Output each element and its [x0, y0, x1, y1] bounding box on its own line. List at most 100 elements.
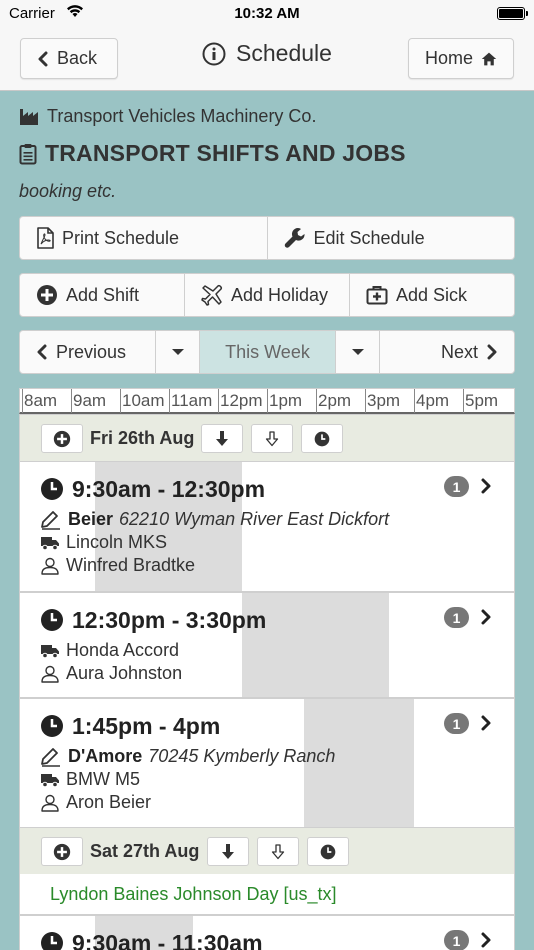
truck-icon [41, 644, 59, 658]
battery-icon [497, 7, 528, 20]
shift-time: 9:30am - 12:30pm [40, 474, 514, 504]
hour-tick: 2pm [316, 389, 351, 413]
shift-person: Aron Beier [40, 791, 514, 814]
add-shift-day-button[interactable] [41, 837, 83, 866]
previous-week-button[interactable]: Previous [20, 331, 156, 373]
user-icon [41, 794, 59, 812]
job-address: 62210 Wyman River East Dickfort [119, 509, 390, 529]
clock: 10:32 AM [234, 5, 300, 22]
day-label: Sat 27th Aug [90, 841, 200, 861]
shift-vehicle: Lincoln MKS [40, 531, 514, 554]
shift-person: Aura Johnston [40, 662, 514, 685]
shift-time-label: 12:30pm - 3:30pm [72, 606, 267, 633]
vehicle-name: Honda Accord [66, 640, 180, 660]
arrow-down-outline-icon [271, 843, 285, 859]
shift-card[interactable]: 9:30am - 11:30am 1 [19, 915, 515, 950]
hour-tick: 9am [71, 389, 106, 413]
wrench-icon [284, 227, 305, 248]
person-name: Aura Johnston [66, 663, 183, 683]
shift-count-badge: 1 [444, 607, 469, 628]
plus-circle-icon [37, 285, 57, 305]
print-schedule-button[interactable]: Print Schedule [20, 217, 268, 259]
shift-time-label: 9:30am - 11:30am [72, 929, 263, 950]
shift-card[interactable]: 9:30am - 12:30pm Beier 62210 Wyman River… [19, 462, 515, 592]
schedule-actions: Print Schedule Edit Schedule [19, 216, 515, 260]
chevron-right-icon[interactable] [480, 477, 492, 495]
hour-tick: 11am [169, 389, 212, 413]
shift-time: 9:30am - 11:30am [40, 928, 514, 950]
clock-icon [314, 431, 330, 446]
job-name: D'Amore [68, 746, 143, 766]
add-holiday-button[interactable]: Add Holiday [185, 274, 350, 316]
expand-day-button[interactable] [201, 424, 243, 453]
holiday-notice: Lyndon Baines Johnson Day [us_tx] [19, 874, 515, 915]
print-label: Print Schedule [62, 227, 180, 248]
clock-icon [41, 715, 63, 737]
shift-job: Beier 62210 Wyman River East Dickfort [40, 508, 514, 531]
hour-tick: 5pm [463, 389, 498, 413]
day-time-button[interactable] [307, 837, 349, 866]
chevron-right-icon [487, 344, 497, 360]
hour-tick: 4pm [414, 389, 449, 413]
add-sick-button[interactable]: Add Sick [350, 274, 514, 316]
previous-label: Previous [56, 341, 127, 362]
home-button[interactable]: Home [408, 38, 514, 79]
clock-icon [41, 478, 63, 500]
collapse-day-button[interactable] [251, 424, 293, 453]
truck-icon [41, 773, 59, 787]
week-navigation: Previous This Week Next [19, 330, 515, 374]
shift-vehicle: Honda Accord [40, 639, 514, 662]
company-name: Transport Vehicles Machinery Co. [19, 106, 316, 127]
shift-job: D'Amore 70245 Kymberly Ranch [40, 745, 514, 768]
caret-down-icon [351, 349, 364, 355]
arrow-down-icon [222, 843, 234, 859]
add-shift-day-button[interactable] [41, 424, 83, 453]
caret-down-icon [171, 349, 184, 355]
home-label: Home [425, 48, 474, 68]
hour-tick: 12pm [218, 389, 263, 413]
truck-icon [41, 536, 59, 550]
home-icon [481, 52, 497, 65]
clock-icon [320, 844, 336, 859]
vehicle-name: BMW M5 [66, 769, 140, 789]
status-bar: Carrier 10:32 AM [0, 0, 534, 28]
job-address: 70245 Kymberly Ranch [148, 746, 336, 766]
collapse-day-button[interactable] [257, 837, 299, 866]
plus-circle-icon [53, 430, 71, 447]
next-week-button[interactable]: Next [380, 331, 514, 373]
chevron-right-icon[interactable] [480, 714, 492, 732]
info-icon [202, 42, 226, 65]
shift-count-badge: 1 [444, 476, 469, 497]
chevron-right-icon[interactable] [480, 931, 492, 949]
title-text: TRANSPORT SHIFTS AND JOBS [45, 140, 406, 166]
shift-time-label: 9:30am - 12:30pm [72, 475, 266, 502]
medkit-icon [366, 286, 388, 305]
add-sick-label: Add Sick [396, 284, 468, 305]
day-time-button[interactable] [301, 424, 343, 453]
shift-card[interactable]: 1:45pm - 4pm D'Amore 70245 Kymberly Ranc… [19, 698, 515, 828]
shift-person: Winfred Bradtke [40, 554, 514, 577]
pdf-file-icon [37, 227, 54, 249]
company-label: Transport Vehicles Machinery Co. [47, 106, 317, 126]
hour-tick: 10am [120, 389, 165, 413]
plane-icon [201, 284, 223, 306]
add-shift-label: Add Shift [66, 284, 140, 305]
previous-dropdown-button[interactable] [156, 331, 200, 373]
this-week-label: This Week [225, 341, 310, 362]
signature-icon [41, 510, 60, 530]
person-name: Winfred Bradtke [66, 555, 196, 575]
hour-timeline: 8am 9am 10am 11am 12pm 1pm 2pm 3pm 4pm 5… [19, 388, 515, 414]
shift-time: 1:45pm - 4pm [40, 711, 514, 741]
user-icon [41, 557, 59, 575]
shift-card[interactable]: 12:30pm - 3:30pm Honda Accord Aura Johns… [19, 592, 515, 698]
next-dropdown-button[interactable] [336, 331, 380, 373]
title-label: Schedule [236, 40, 332, 66]
chevron-right-icon[interactable] [480, 608, 492, 626]
this-week-button[interactable]: This Week [200, 331, 336, 373]
expand-day-button[interactable] [207, 837, 249, 866]
add-shift-button[interactable]: Add Shift [20, 274, 185, 316]
edit-schedule-button[interactable]: Edit Schedule [268, 217, 515, 259]
day-header: Fri 26th Aug [19, 414, 515, 462]
clock-icon [41, 932, 63, 950]
shift-count-badge: 1 [444, 930, 469, 950]
